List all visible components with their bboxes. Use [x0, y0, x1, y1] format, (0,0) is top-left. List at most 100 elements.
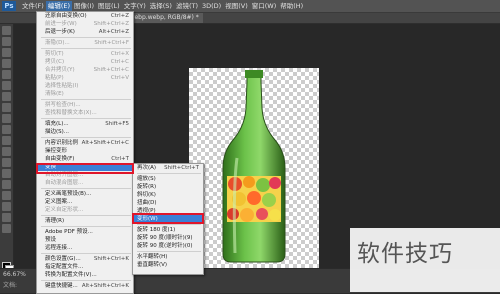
tool-icon[interactable]	[2, 37, 11, 46]
green-bottle-image	[222, 70, 286, 263]
menu-item[interactable]: 转换为配置文件(V)...	[37, 271, 133, 279]
menu-item[interactable]: 自由变换(F) Ctrl+T	[37, 155, 133, 163]
menu-separator	[41, 215, 131, 216]
tool-icon[interactable]	[2, 48, 11, 57]
menu-item[interactable]: 再次(A) Shift+Ctrl+T	[133, 164, 203, 172]
tool-icon[interactable]	[2, 202, 11, 211]
menu-item-shortcut: Ctrl+T	[111, 156, 129, 162]
menu-item[interactable]: 旋转(R)	[133, 183, 203, 191]
menu-item-label: 颜色设置(G)...	[45, 256, 81, 262]
menu-item[interactable]: 颜色设置(G)... Shift+Ctrl+K	[37, 255, 133, 263]
menu-item[interactable]: 自动混合图层...	[37, 179, 133, 187]
menu-item[interactable]: 远程连接...	[37, 244, 133, 252]
menu-item-shortcut: Alt+Shift+Ctrl+C	[81, 140, 129, 146]
tool-icon[interactable]	[2, 180, 11, 189]
menu-item[interactable]: 操控变形	[37, 147, 133, 155]
menu-6[interactable]: 滤镜(T)	[174, 1, 200, 12]
menu-5[interactable]: 选择(S)	[148, 1, 174, 12]
menu-item-label: 清理(R)	[45, 218, 65, 224]
tool-icon[interactable]	[2, 114, 11, 123]
menu-item[interactable]: 清理(R)	[37, 217, 133, 225]
menu-item-label: 垂直翻转(V)	[137, 262, 168, 268]
tool-icon[interactable]	[2, 59, 11, 68]
menu-item[interactable]: 填充(L)... Shift+F5	[37, 120, 133, 128]
menu-item-shortcut: Ctrl+C	[110, 59, 129, 65]
tool-icon[interactable]	[2, 125, 11, 134]
menu-item[interactable]: 查找和替换文本(X)...	[37, 109, 133, 117]
menu-item-label: 描边(S)...	[45, 129, 70, 135]
menu-item[interactable]: 水平翻转(H)	[133, 253, 203, 261]
tool-icon[interactable]	[2, 224, 11, 233]
menu-9[interactable]: 窗口(W)	[250, 1, 279, 12]
menu-item[interactable]: 拼写检查(H)...	[37, 101, 133, 109]
tool-icon[interactable]	[2, 158, 11, 167]
menu-item[interactable]: 还原自由变换(O) Ctrl+Z	[37, 12, 133, 20]
menu-item-label: 自由变换(F)	[45, 156, 75, 162]
menu-item[interactable]: 拷贝(C) Ctrl+C	[37, 58, 133, 66]
menu-item-label: 缩放(S)	[137, 176, 156, 182]
menu-item-label: 远程连接...	[45, 245, 73, 251]
tool-icon[interactable]	[2, 92, 11, 101]
menu-item[interactable]: 旋转 90 度(逆时针)(0)	[133, 242, 203, 250]
menu-separator	[41, 280, 131, 281]
menu-item[interactable]: 合并拷贝(Y) Shift+Ctrl+C	[37, 66, 133, 74]
menu-item[interactable]: Adobe PDF 预设...	[37, 228, 133, 236]
menu-item-label: 操控变形	[45, 148, 68, 154]
menu-item[interactable]: 旋转 180 度(1)	[133, 226, 203, 234]
menu-item[interactable]: 粘贴(P) Ctrl+V	[37, 74, 133, 82]
transparent-canvas[interactable]	[189, 68, 319, 268]
menu-item[interactable]: 定义图案...	[37, 198, 133, 206]
menu-item-label: 合并拷贝(Y)	[45, 67, 75, 73]
menu-separator	[41, 37, 131, 38]
tool-icon[interactable]	[2, 147, 11, 156]
tool-icon[interactable]	[2, 136, 11, 145]
menu-item[interactable]: 渐隐(D)... Shift+Ctrl+F	[37, 39, 133, 47]
menu-item[interactable]: 剪切(T) Ctrl+X	[37, 50, 133, 58]
menu-item[interactable]: 斜切(K)	[133, 191, 203, 199]
menu-item[interactable]: 预设	[37, 236, 133, 244]
menu-item-label: 拷贝(C)	[45, 59, 65, 65]
menu-item[interactable]: 选择性粘贴(I)	[37, 82, 133, 90]
menu-item-label: 粘贴(P)	[45, 75, 64, 81]
menu-item[interactable]: 后退一步(K) Alt+Ctrl+Z	[37, 28, 133, 36]
menu-separator	[41, 99, 131, 100]
menu-item[interactable]: 前进一步(W) Shift+Ctrl+Z	[37, 20, 133, 28]
menu-item-label: 拼写检查(H)...	[45, 102, 81, 108]
tool-icon[interactable]	[2, 213, 11, 222]
menu-item[interactable]: 指定配置文件...	[37, 263, 133, 271]
menu-item-label: 旋转 90 度(顺时针)(9)	[137, 235, 193, 241]
menu-item-label: 还原自由变换(O)	[45, 13, 87, 19]
tool-icon[interactable]	[2, 103, 11, 112]
document-info: 文档:	[3, 282, 18, 289]
menu-item[interactable]: 内容识别比例 Alt+Shift+Ctrl+C	[37, 139, 133, 147]
tool-icon[interactable]	[2, 26, 11, 35]
tool-icon[interactable]	[2, 81, 11, 90]
menu-item[interactable]: 垂直翻转(V)	[133, 261, 203, 269]
menu-item[interactable]: 键盘快捷键... Alt+Shift+Ctrl+K	[37, 282, 133, 290]
menu-item-label: 定义画笔预设(B)...	[45, 191, 92, 197]
menu-item[interactable]: 定义画笔预设(B)...	[37, 190, 133, 198]
menu-separator	[137, 224, 201, 225]
menu-item[interactable]: 旋转 90 度(顺时针)(9)	[133, 234, 203, 242]
menu-item-label: 指定配置文件...	[45, 264, 84, 270]
menu-item-label: 定义自定形状...	[45, 207, 84, 213]
menu-item[interactable]: 清除(E)	[37, 90, 133, 98]
menu-item[interactable]: 描边(S)...	[37, 128, 133, 136]
menu-item-label: 渐隐(D)...	[45, 40, 70, 46]
menu-item[interactable]: 缩放(S)	[133, 175, 203, 183]
menu-8[interactable]: 视图(V)	[223, 1, 250, 12]
menu-10[interactable]: 帮助(H)	[278, 1, 305, 12]
menu-item-label: 剪切(T)	[45, 51, 64, 57]
tool-icon[interactable]	[2, 70, 11, 79]
menu-item-label: 斜切(K)	[137, 192, 156, 198]
tool-icon[interactable]	[2, 169, 11, 178]
tool-icon[interactable]	[2, 191, 11, 200]
menu-item-label: 旋转 180 度(1)	[137, 227, 176, 233]
zoom-level[interactable]: 66.67%	[3, 271, 26, 278]
menu-item-label: 后退一步(K)	[45, 29, 75, 35]
menu-7[interactable]: 3D(D)	[200, 1, 223, 12]
menu-item-label: 扭曲(D)	[137, 200, 157, 206]
menu-item[interactable]: 扭曲(D)	[133, 199, 203, 207]
menu-item-shortcut: Shift+Ctrl+F	[94, 40, 129, 46]
menu-item[interactable]: 定义自定形状...	[37, 206, 133, 214]
